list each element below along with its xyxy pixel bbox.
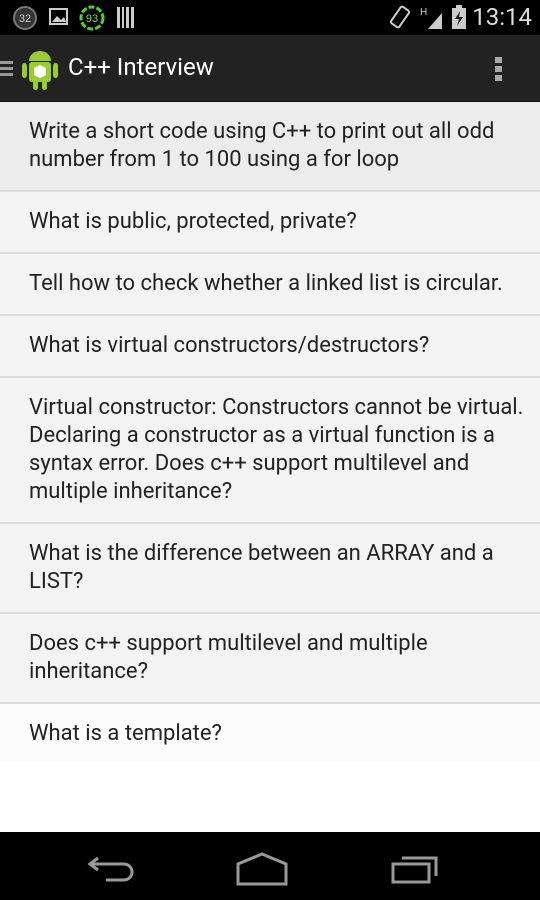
list-item[interactable]: Tell how to check whether a linked list … [0, 254, 540, 316]
navigation-bar [0, 832, 540, 900]
list-item[interactable]: What is the difference between an ARRAY … [0, 524, 540, 614]
battery-charging-icon [452, 5, 466, 29]
status-bar: 32 93 H 13:14 [0, 0, 540, 35]
android-app-icon [22, 51, 58, 90]
image-icon [49, 8, 68, 25]
overflow-menu-icon[interactable] [492, 55, 506, 85]
list-item[interactable]: Does c++ support multilevel and multiple… [0, 614, 540, 704]
battery-percent-icon: 93 [79, 5, 105, 31]
barcode-icon [117, 7, 134, 28]
recent-apps-icon[interactable] [390, 854, 440, 886]
home-icon[interactable] [235, 852, 289, 886]
list-item[interactable]: What is a template? [0, 704, 540, 762]
clock: 13:14 [472, 3, 532, 31]
action-bar: C++ Interview [0, 35, 540, 102]
list-item[interactable]: Virtual constructor: Constructors cannot… [0, 378, 540, 524]
list-item[interactable]: Write a short code using C++ to print ou… [0, 102, 540, 192]
svg-text:H: H [420, 7, 427, 18]
question-list[interactable]: Write a short code using C++ to print ou… [0, 102, 540, 762]
list-item[interactable]: What is public, protected, private? [0, 192, 540, 254]
notif-count: 32 [19, 13, 31, 25]
page-title: C++ Interview [68, 53, 214, 81]
drawer-icon [0, 61, 13, 76]
list-item[interactable]: What is virtual constructors/destructors… [0, 316, 540, 378]
signal-h-icon: H [420, 7, 442, 29]
notification-count-icon: 32 [13, 6, 37, 30]
back-icon[interactable] [86, 854, 136, 884]
app-home-button[interactable] [0, 35, 62, 102]
rotation-icon [389, 5, 411, 29]
battery-badge: 93 [86, 13, 98, 25]
